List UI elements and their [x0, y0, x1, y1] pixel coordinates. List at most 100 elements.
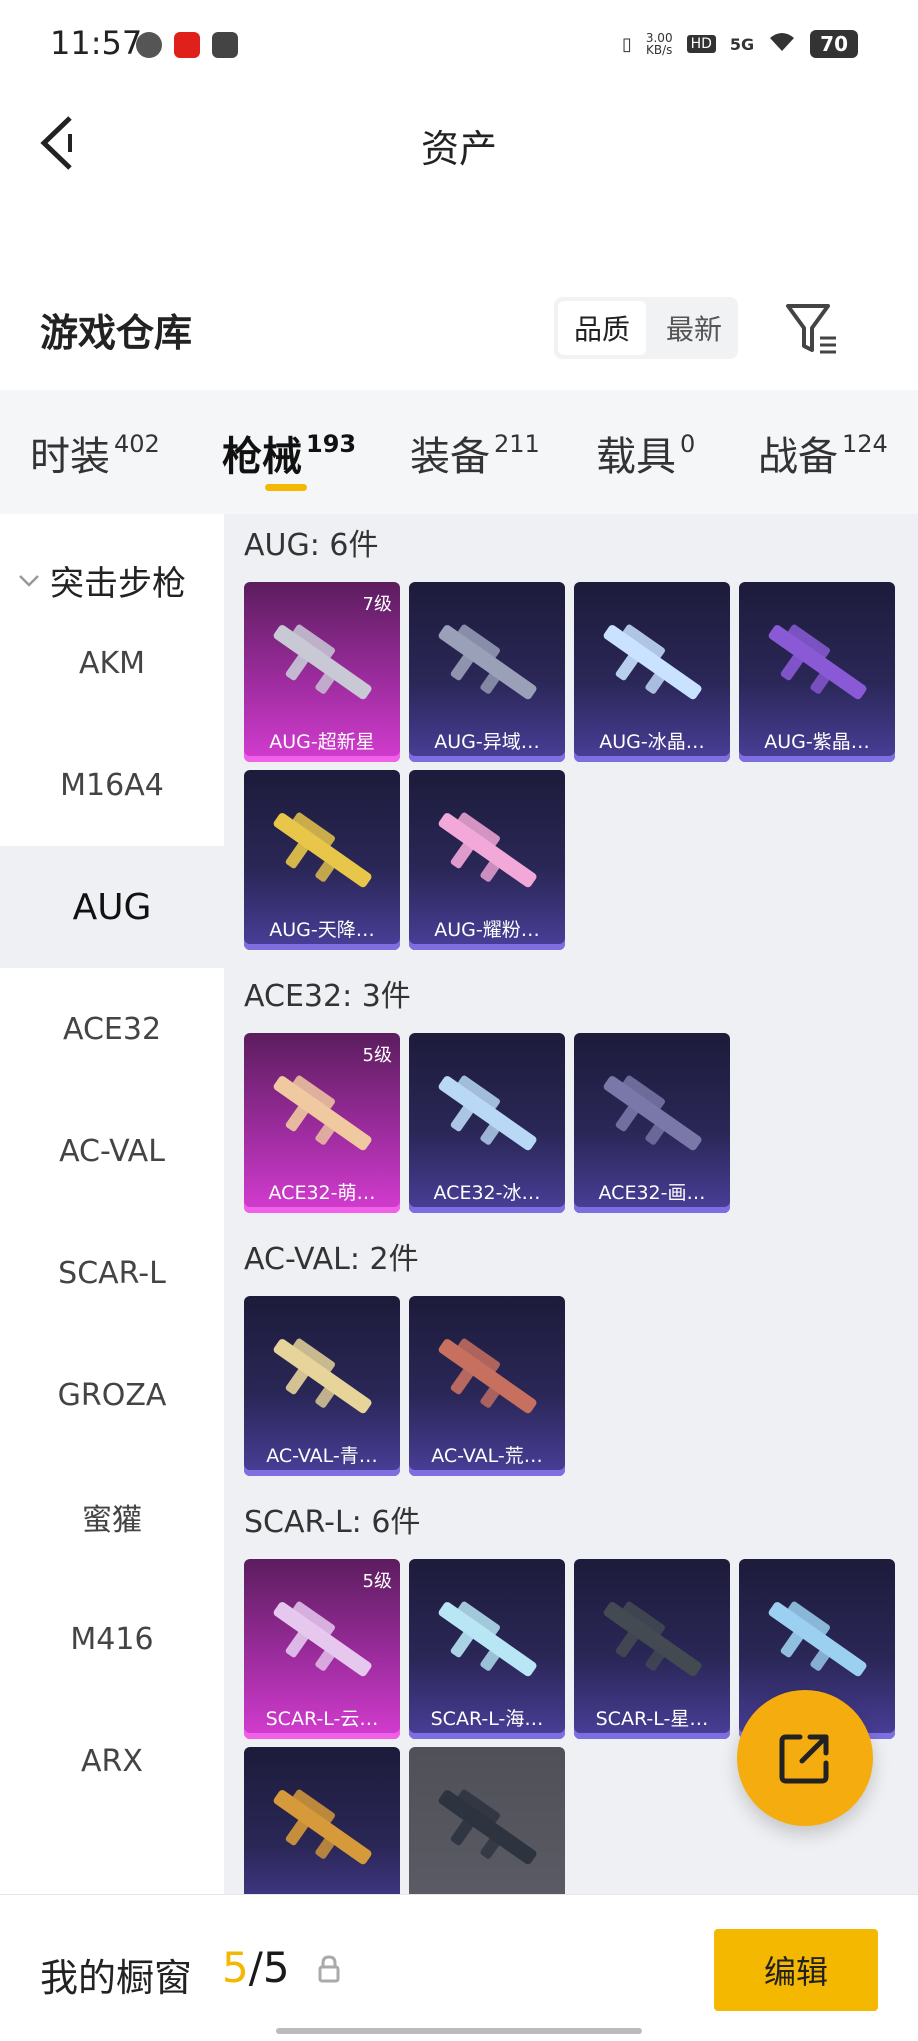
- sidebar-item-arx[interactable]: ARX: [0, 1700, 224, 1822]
- showcase-count-total: /5: [248, 1943, 290, 1992]
- tab-count: 0: [680, 430, 696, 458]
- weapon-skin-card[interactable]: ACE32-画…: [574, 1033, 730, 1213]
- weapon-icon: [273, 1601, 372, 1677]
- network-speed: 3.00 KB/s: [645, 31, 673, 57]
- weapon-skin-card[interactable]: AUG-天降…: [244, 770, 400, 950]
- weapon-skin-card[interactable]: AC-VAL-荒…: [409, 1296, 565, 1476]
- home-indicator[interactable]: [276, 2028, 642, 2034]
- showcase-label: 我的橱窗: [40, 1956, 193, 2000]
- group-title: SCAR-L: 6件: [244, 1505, 421, 1540]
- weapon-icon: [438, 812, 537, 888]
- tab-label: 装备: [410, 434, 490, 480]
- weapon-skin-name: SCAR-L-云…: [265, 1708, 379, 1730]
- sidebar-item-m416[interactable]: M416: [0, 1578, 224, 1700]
- vibrate-icon: ▯: [621, 33, 632, 55]
- weapon-skin-name: SCAR-L-星…: [595, 1708, 709, 1730]
- weapon-icon: [603, 1075, 702, 1151]
- group-title: ACE32: 3件: [244, 979, 411, 1014]
- filter-button[interactable]: [784, 302, 840, 358]
- weapon-skin-card[interactable]: [244, 1747, 400, 1894]
- weapon-skin-name: ACE32-冰…: [433, 1182, 541, 1204]
- page-title: 资产: [420, 127, 497, 171]
- weapon-skin-name: SCAR-L-海…: [430, 1708, 544, 1730]
- showcase-bar: 我的橱窗 5/5 编辑: [0, 1894, 918, 2041]
- active-tab-indicator: [265, 484, 307, 491]
- weapon-skin-name: AC-VAL-青…: [266, 1445, 378, 1467]
- weapon-skin-card[interactable]: AUG-耀粉…: [409, 770, 565, 950]
- weapon-skin-name: AUG-超新星: [269, 731, 375, 753]
- weapon-icon: [273, 1338, 372, 1414]
- status-bar: 11:57 ▯ 3.00 KB/s HD 5G 70: [0, 0, 918, 90]
- level-badge: 7级: [362, 594, 392, 615]
- weapon-skin-card[interactable]: [409, 1747, 565, 1894]
- sidebar-item-honey-badger[interactable]: 蜜獾: [0, 1456, 224, 1578]
- weapon-skin-card[interactable]: ACE32-冰…: [409, 1033, 565, 1213]
- filter-icon: [786, 304, 836, 354]
- sidebar-item-aug[interactable]: AUG: [0, 846, 224, 968]
- share-external-icon: [779, 1734, 829, 1784]
- notification-icons: [136, 32, 238, 58]
- sidebar-item-ac-val[interactable]: AC-VAL: [0, 1090, 224, 1212]
- weapon-skin-name: AUG-耀粉…: [434, 919, 540, 941]
- warehouse-title: 游戏仓库: [40, 311, 193, 355]
- weapon-skin-name: AUG-紫晶…: [764, 731, 870, 753]
- battery-level: 70: [810, 30, 858, 58]
- level-badge: 5级: [362, 1045, 392, 1066]
- weapon-skin-card[interactable]: 5级 SCAR-L-云…: [244, 1559, 400, 1739]
- weapon-skin-card[interactable]: SCAR-L-海…: [409, 1559, 565, 1739]
- weapon-icon: [768, 1601, 867, 1677]
- weapon-icon: [438, 1338, 537, 1414]
- tab-costume[interactable]: 时装 402: [30, 424, 160, 482]
- weapon-skin-card[interactable]: AC-VAL-青…: [244, 1296, 400, 1476]
- group-title: AC-VAL: 2件: [244, 1242, 419, 1277]
- share-fab-button[interactable]: [737, 1690, 873, 1826]
- tab-vehicles[interactable]: 载具 0: [596, 424, 695, 482]
- weapon-icon: [603, 1601, 702, 1677]
- app-icon: [174, 32, 200, 58]
- showcase-count: 5/5: [222, 1943, 290, 1992]
- lock-icon: [318, 1955, 340, 1983]
- tab-equipment[interactable]: 装备 211: [410, 424, 540, 482]
- sidebar-item-akm[interactable]: AKM: [0, 602, 224, 724]
- weapon-icon: [273, 624, 372, 700]
- group-title: AUG: 6件: [244, 528, 379, 563]
- system-icons: ▯ 3.00 KB/s HD 5G 70: [622, 30, 858, 58]
- sidebar-item-m16a4[interactable]: M16A4: [0, 724, 224, 846]
- tab-count: 193: [306, 430, 357, 458]
- weapon-icon: [438, 1075, 537, 1151]
- weapon-skin-card[interactable]: 5级 ACE32-萌…: [244, 1033, 400, 1213]
- app-icon: [212, 32, 238, 58]
- weapon-skin-card[interactable]: 7级 AUG-超新星: [244, 582, 400, 762]
- tab-supplies[interactable]: 战备 124: [758, 424, 888, 482]
- hd-badge: HD: [686, 35, 716, 53]
- weapon-icon: [273, 1789, 372, 1865]
- sort-quality-button[interactable]: 品质: [558, 301, 646, 355]
- tab-count: 402: [114, 430, 160, 458]
- weapon-icon: [273, 1075, 372, 1151]
- weapon-skin-name: ACE32-萌…: [268, 1182, 376, 1204]
- weapon-skin-name: AUG-异域…: [434, 731, 540, 753]
- sort-newest-button[interactable]: 最新: [650, 297, 738, 359]
- sidebar-group-header[interactable]: 突击步枪: [18, 556, 186, 605]
- sidebar-item-ace32[interactable]: ACE32: [0, 968, 224, 1090]
- edit-button[interactable]: 编辑: [714, 1929, 878, 2011]
- sidebar-item-scar-l[interactable]: SCAR-L: [0, 1212, 224, 1334]
- chevron-down-icon: [19, 574, 39, 587]
- tab-firearms[interactable]: 枪械 193: [222, 424, 356, 482]
- wifi-icon: [768, 31, 796, 58]
- weapon-icon: [438, 1789, 537, 1865]
- weapon-icon: [438, 1601, 537, 1677]
- sort-toggle: 品质 最新: [554, 297, 738, 359]
- tab-label: 枪械: [222, 434, 302, 480]
- weapon-skin-card[interactable]: AUG-冰晶…: [574, 582, 730, 762]
- weapon-skin-card[interactable]: AUG-异域…: [409, 582, 565, 762]
- weapon-skin-name: AUG-天降…: [269, 919, 375, 941]
- sidebar-item-groza[interactable]: GROZA: [0, 1334, 224, 1456]
- weapon-skin-card[interactable]: AUG-紫晶…: [739, 582, 895, 762]
- weapon-skin-card[interactable]: SCAR-L-星…: [574, 1559, 730, 1739]
- weapon-skin-name: AUG-冰晶…: [599, 731, 705, 753]
- level-badge: 5级: [362, 1571, 392, 1592]
- item-grid-area: AUG: 6件 7级 AUG-超新星 AUG-异域… AUG-冰晶… AUG-紫晶… AUG…: [224, 514, 918, 1894]
- tab-label: 战备: [758, 434, 838, 480]
- sidebar-group-label: 突击步枪: [50, 564, 186, 604]
